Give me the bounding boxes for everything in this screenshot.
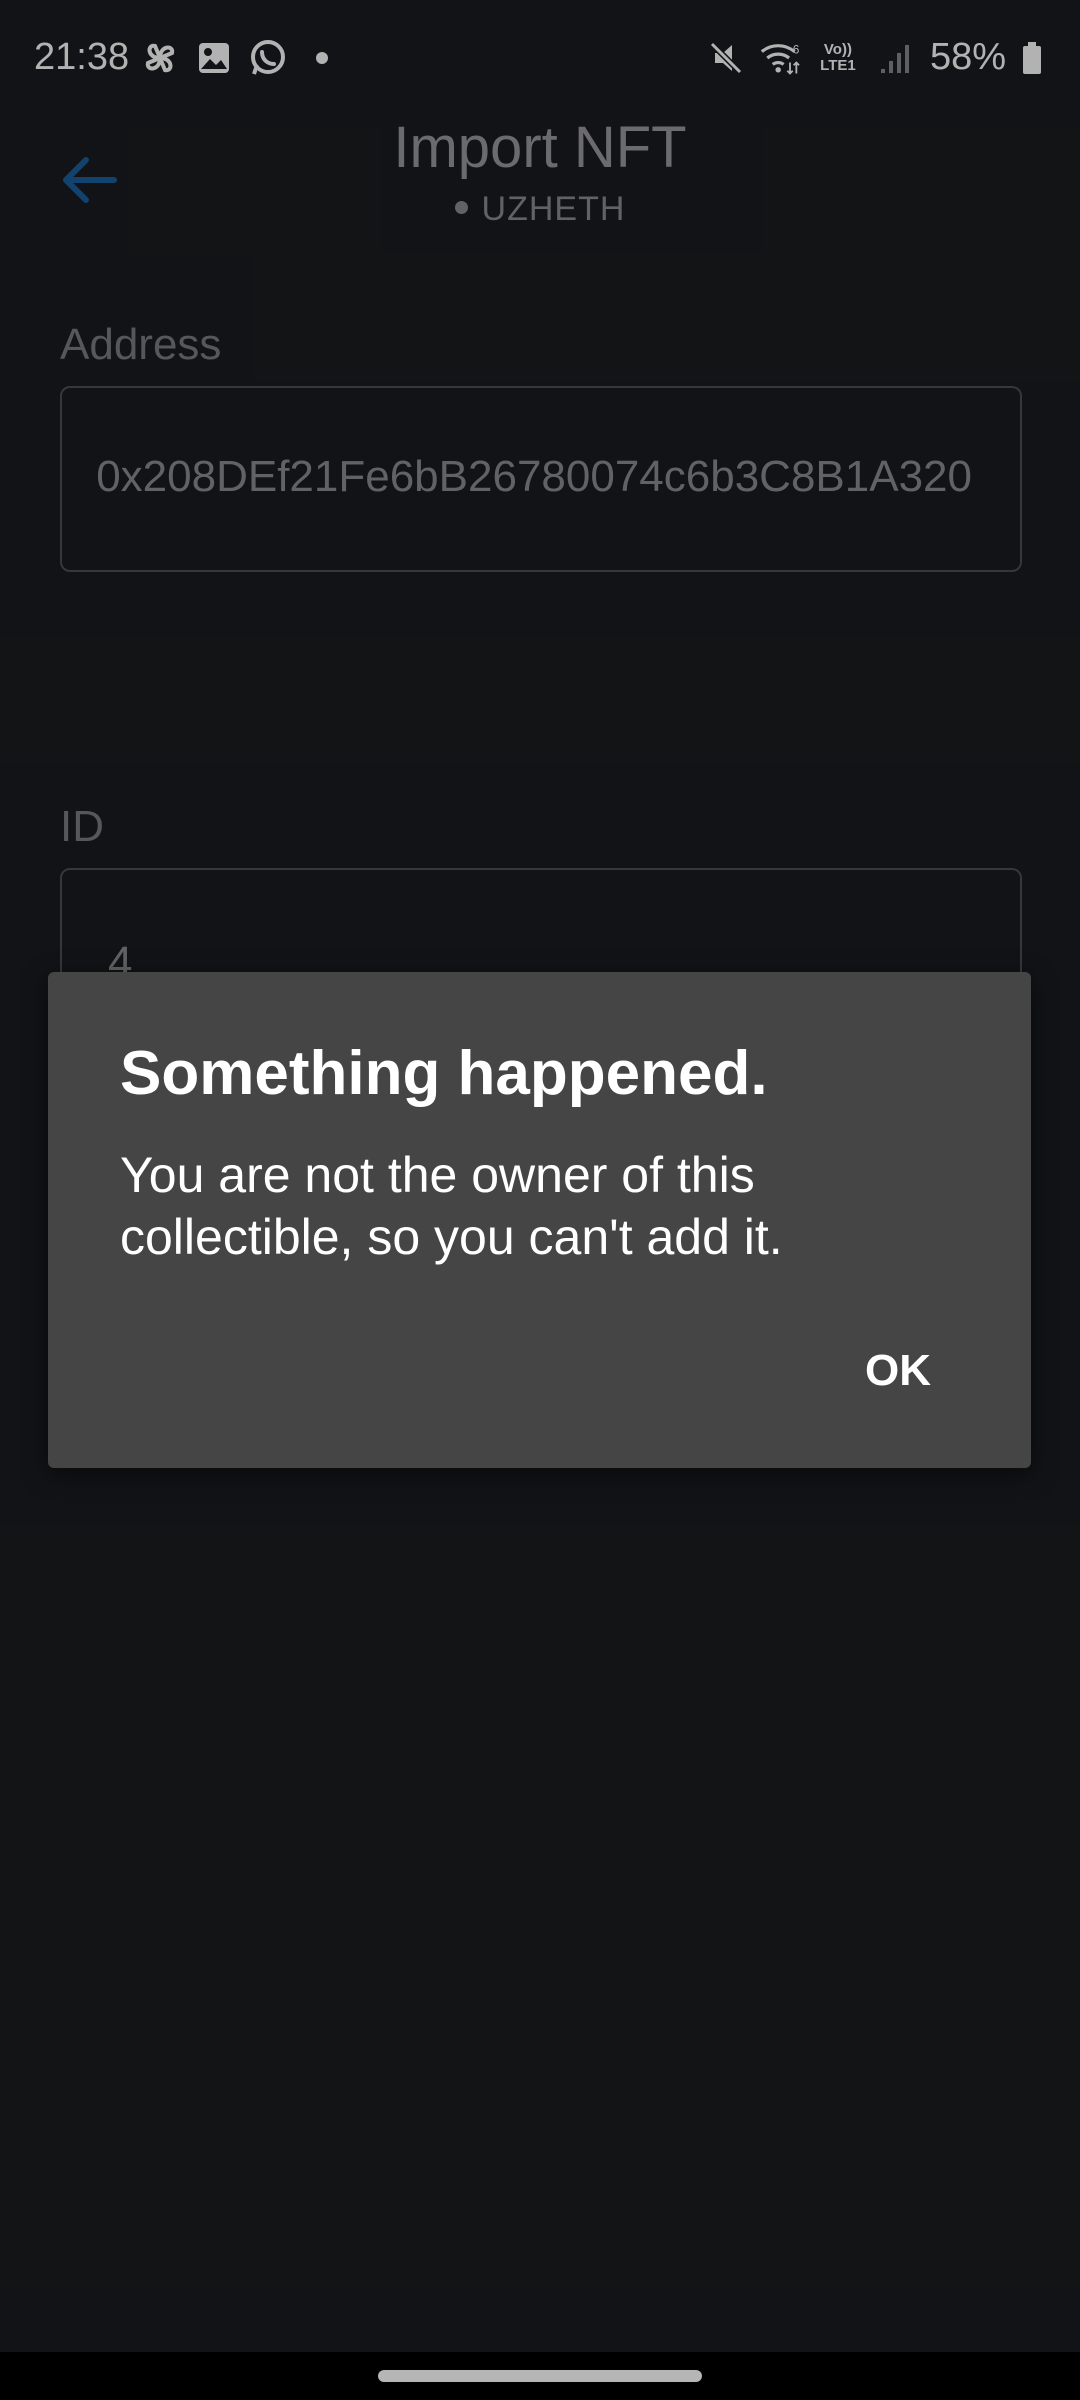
ok-button[interactable]: OK — [859, 1342, 937, 1400]
navigation-bar — [0, 2352, 1080, 2400]
home-indicator[interactable] — [378, 2370, 702, 2382]
import-nft-screen: 21:38 6 Vo)) LTE1 58% Import NFT UZHETH … — [0, 0, 1080, 2400]
error-dialog: Something happened. You are not the owne… — [48, 972, 1031, 1468]
dialog-title: Something happened. — [120, 1039, 768, 1108]
dialog-message: You are not the owner of this collectibl… — [120, 1147, 783, 1265]
